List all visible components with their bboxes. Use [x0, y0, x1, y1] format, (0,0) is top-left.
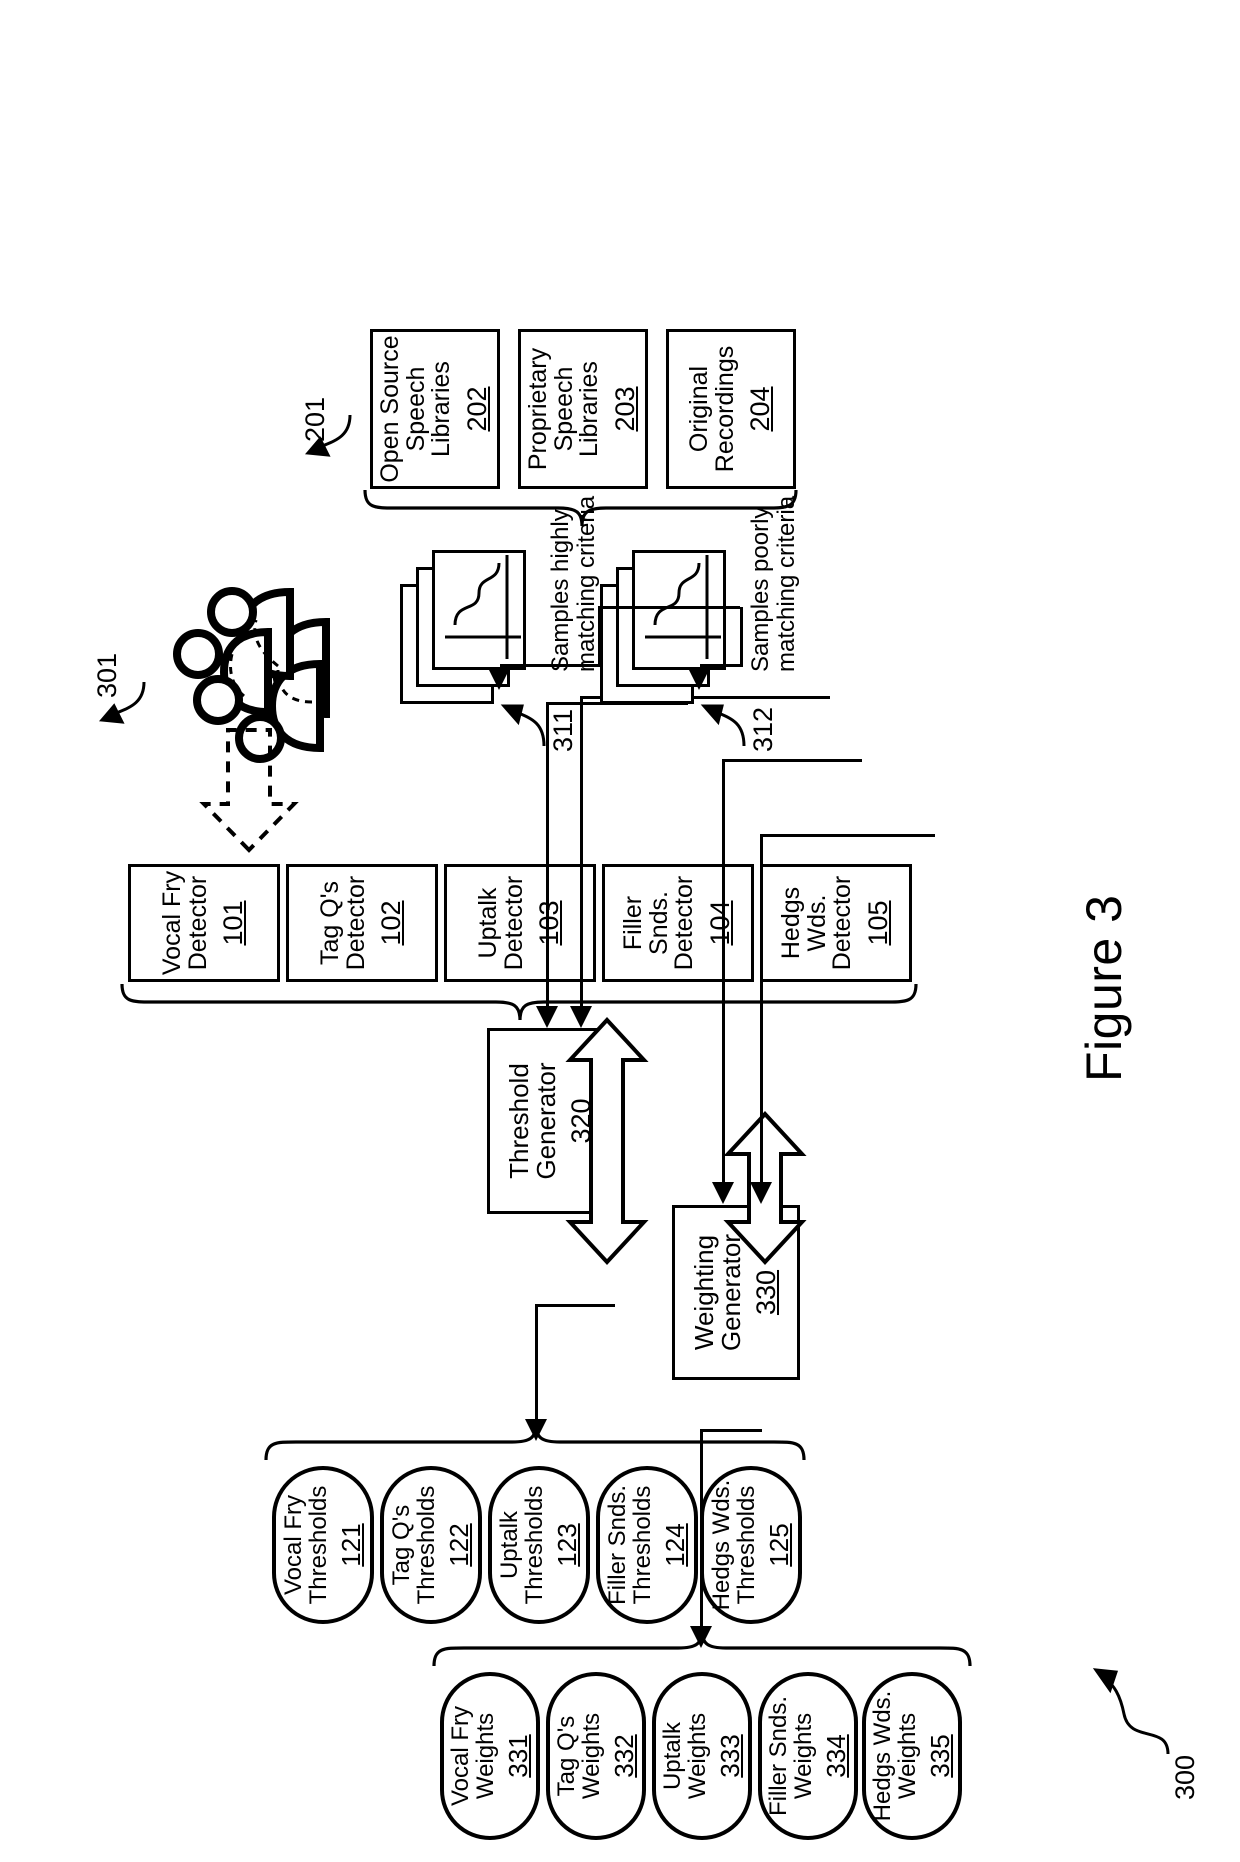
conn-330-arrowhead [690, 1626, 712, 1648]
detector-label: Vocal Fry Detector [157, 870, 212, 976]
detector-num: 105 [863, 900, 894, 946]
library-bus-vertical [598, 606, 740, 609]
detector-box-105: Hedgs Wds. Detector 105 [760, 864, 912, 982]
detector-label: Tag Q's Detector [315, 875, 370, 971]
dashed-block-arrow [199, 728, 299, 853]
detector-num: 102 [376, 900, 407, 946]
thresholds-label: Filler Snds. Thresholds [603, 1484, 656, 1606]
sources-brace [363, 489, 798, 527]
detector-box-103: Uptalk Detector 103 [444, 864, 596, 982]
weights-pill-333: Uptalk Weights 333 [652, 1672, 752, 1840]
weights-pill-332: Tag Q's Weights 332 [546, 1672, 646, 1840]
source-box-203: Proprietary Speech Libraries 203 [518, 329, 648, 489]
conn-330-to-weights-v [700, 1429, 762, 1432]
detector-num: 103 [534, 900, 565, 946]
source-num: 204 [745, 386, 776, 432]
detector-label: Uptalk Detector [473, 875, 528, 971]
detectors-brace [120, 983, 918, 1021]
thresholds-pill-121: Vocal Fry Thresholds 121 [272, 1466, 374, 1624]
sample-312-ref: 312 [748, 706, 778, 752]
library-bus-h-311 [598, 607, 601, 667]
sources-group-leader [304, 414, 352, 457]
thresholds-pill-124: Filler Snds. Thresholds 124 [596, 1466, 698, 1624]
source-label: Original Recordings [684, 345, 739, 473]
weights-num: 331 [503, 1734, 534, 1778]
conn-s2-320-arrowhead [570, 1006, 592, 1028]
thresholds-num: 121 [336, 1523, 367, 1567]
conn-s-330-h2 [760, 837, 763, 1182]
conn-320-to-thresholds-v [535, 1304, 615, 1307]
figure-title: Figure 3 [1076, 894, 1132, 1082]
conn-s-330-h1 [722, 762, 725, 1182]
source-box-204: Original Recordings 204 [666, 329, 796, 489]
weights-num: 334 [821, 1734, 852, 1778]
conn-stack2-drop [760, 834, 935, 837]
detector-box-102: Tag Q's Detector 102 [286, 864, 438, 982]
source-box-202: Open Source Speech Libraries 202 [370, 329, 500, 489]
source-label: Open Source Speech Libraries [375, 335, 456, 483]
weights-num: 332 [609, 1734, 640, 1778]
weights-num: 335 [925, 1734, 956, 1778]
sample-card-front [632, 550, 726, 670]
thresholds-label: Vocal Fry Thresholds [279, 1485, 332, 1605]
conn-320-to-thresholds-h [535, 1304, 538, 1420]
weights-num: 333 [715, 1734, 746, 1778]
weights-label: Tag Q's Weights [552, 1712, 605, 1800]
riser-to-312 [700, 664, 740, 667]
thresholds-num: 125 [764, 1523, 795, 1567]
system-ref-arrow [1092, 1668, 1170, 1755]
speakers-ref-leader [98, 681, 146, 724]
conn-330-to-weights-h [700, 1429, 703, 1626]
library-bus-h-312 [740, 607, 743, 667]
riser-to-311 [500, 664, 598, 667]
source-num: 202 [462, 386, 493, 432]
conn-s-330-arrowhead2 [750, 1182, 772, 1204]
detector-label: Hedgs Wds. Detector [776, 875, 857, 971]
conn-stack1-drop [722, 759, 862, 762]
sample-311-ref: 311 [548, 708, 578, 752]
weights-pill-334: Filler Snds. Weights 334 [758, 1672, 858, 1840]
patent-figure-sheet: Figure 3 300 Vocal Fry Weights 331 Tag Q… [0, 0, 1240, 1862]
conn-s-330-arrowhead1 [712, 1182, 734, 1204]
sample-card-front [432, 550, 526, 670]
conn-320-arrowhead [525, 1419, 547, 1441]
lib-to-311-arrowhead [488, 668, 510, 690]
bidirectional-arrow-long [565, 1017, 649, 1265]
weights-label: Filler Snds. Weights [764, 1695, 817, 1817]
detector-num: 101 [218, 900, 249, 946]
conn-s2-320-h2 [580, 849, 583, 1006]
thresholds-pill-122: Tag Q's Thresholds 122 [380, 1466, 482, 1624]
weights-pill-331: Vocal Fry Weights 331 [440, 1672, 540, 1840]
threshold-generator-label: Threshold Generator [503, 1062, 561, 1180]
thresholds-pill-123: Uptalk Thresholds 123 [488, 1466, 590, 1624]
source-num: 203 [610, 386, 641, 432]
weights-label: Uptalk Weights [658, 1712, 711, 1800]
conn-s1-320-h2 [546, 891, 549, 1006]
lib-to-312-arrowhead [688, 668, 710, 690]
thresholds-num: 122 [444, 1523, 475, 1567]
detector-box-104: Filler Snds. Detector 104 [602, 864, 754, 982]
weights-label: Hedgs Wds. Weights [868, 1690, 921, 1822]
thresholds-label: Tag Q's Thresholds [387, 1485, 440, 1605]
thresholds-label: Uptalk Thresholds [495, 1485, 548, 1605]
waveform-icon [445, 555, 521, 659]
detector-label: Filler Snds. Detector [618, 875, 699, 971]
thresholds-num: 123 [552, 1523, 583, 1567]
thresholds-pill-125: Hedgs Wds. Thresholds 125 [700, 1466, 802, 1624]
detector-box-101: Vocal Fry Detector 101 [128, 864, 280, 982]
weights-label: Vocal Fry Weights [446, 1705, 499, 1807]
weights-pill-335: Hedgs Wds. Weights 335 [862, 1672, 962, 1840]
thresholds-label: Hedgs Wds. Thresholds [707, 1479, 760, 1611]
source-label: Proprietary Speech Libraries [523, 347, 604, 471]
weighting-generator-num: 330 [751, 1269, 782, 1316]
conn-s2-320-h [580, 697, 583, 852]
conn-s1-320-arrowhead [536, 1006, 558, 1028]
thresholds-num: 124 [660, 1523, 691, 1567]
